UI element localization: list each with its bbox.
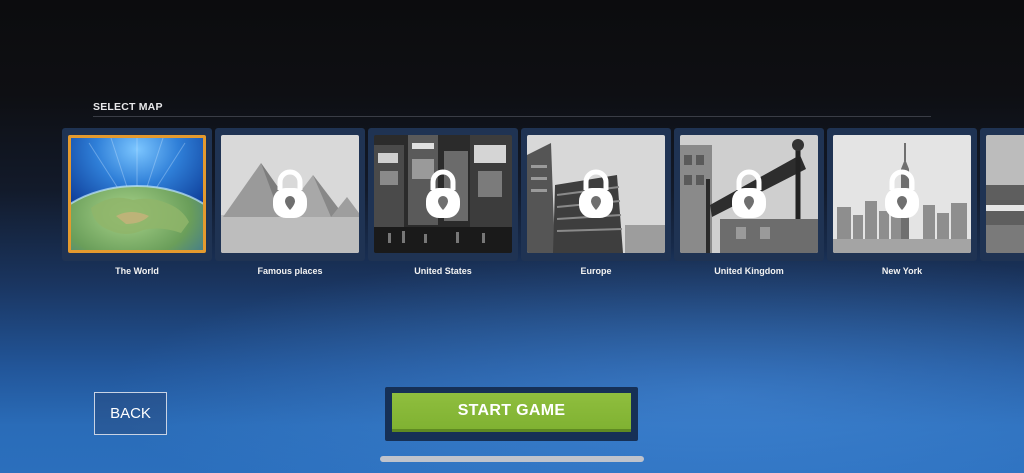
map-tile-new-york[interactable] [827, 128, 977, 261]
back-button[interactable]: BACK [94, 392, 167, 435]
lock-icon [579, 169, 613, 218]
map-tile-famous-places[interactable] [215, 128, 365, 261]
map-tile-europe[interactable] [521, 128, 671, 261]
map-carousel[interactable] [0, 128, 1024, 263]
map-labels-row: The World Famous places United States Eu… [0, 266, 1024, 280]
lock-icon [426, 169, 460, 218]
map-thumbnail-united-states [374, 135, 512, 253]
map-thumbnail-world [68, 135, 206, 253]
map-tile-partial[interactable] [980, 128, 1024, 261]
map-tile-united-kingdom[interactable] [674, 128, 824, 261]
start-game-button[interactable]: START GAME [392, 393, 631, 432]
map-label-united-states: United States [414, 266, 472, 276]
lock-icon [273, 169, 307, 218]
map-label-united-kingdom: United Kingdom [714, 266, 784, 276]
map-label-famous-places: Famous places [257, 266, 323, 276]
map-thumbnail-partial [986, 135, 1024, 253]
map-tile-the-world[interactable] [62, 128, 212, 261]
map-thumbnail-united-kingdom [680, 135, 818, 253]
lock-icon [732, 169, 766, 218]
section-divider [93, 116, 931, 117]
lock-icon [885, 169, 919, 218]
home-indicator[interactable] [380, 456, 644, 462]
map-label-the-world: The World [115, 266, 159, 276]
map-thumbnail-famous-places [221, 135, 359, 253]
map-label-new-york: New York [881, 266, 923, 276]
map-thumbnail-new-york [833, 135, 971, 253]
section-title: SELECT MAP [93, 101, 163, 113]
start-game-button-frame: START GAME [385, 387, 638, 441]
map-tile-united-states[interactable] [368, 128, 518, 261]
map-label-europe: Europe [580, 266, 612, 276]
map-thumbnail-europe [527, 135, 665, 253]
